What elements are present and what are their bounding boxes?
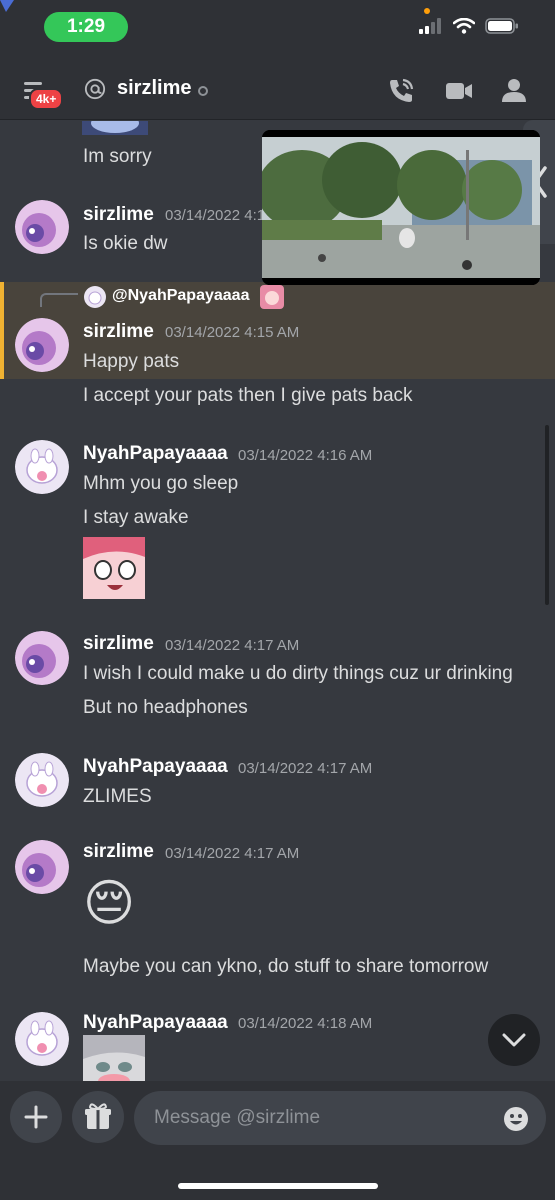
add-attachment-button[interactable] — [10, 1091, 62, 1143]
privacy-indicator — [424, 8, 430, 14]
wifi-icon — [453, 18, 475, 34]
blushing-girl-sticker[interactable] — [83, 1035, 145, 1081]
reply-avatar — [84, 286, 106, 308]
avatar[interactable] — [15, 440, 69, 494]
message-timestamp: 03/14/2022 4:15 AM — [165, 324, 300, 341]
avatar[interactable] — [15, 753, 69, 807]
emoji-icon[interactable] — [502, 1105, 530, 1133]
anime-girl-sticker[interactable] — [83, 537, 145, 599]
chat-header: 4k+ sirzlime — [0, 58, 555, 244]
jump-to-present-button[interactable] — [488, 1014, 540, 1066]
call-icon[interactable] — [386, 76, 416, 106]
app-corner-icon — [0, 0, 14, 12]
avatar[interactable] — [15, 840, 69, 894]
message-author[interactable]: NyahPapayaaaa — [83, 1012, 228, 1034]
message-input[interactable] — [134, 1091, 546, 1145]
message-text: But no headphones — [83, 697, 248, 718]
message-timestamp: 03/14/2022 4:17 AM — [165, 845, 300, 862]
avatar[interactable] — [15, 318, 69, 372]
home-indicator — [178, 1183, 378, 1189]
message-author[interactable]: sirzlime — [83, 633, 154, 655]
message-text: I accept your pats then I give pats back — [83, 385, 413, 406]
message-text: Maybe you can ykno, do stuff to share to… — [83, 956, 489, 977]
video-pip[interactable] — [262, 130, 540, 285]
message-text: I wish I could make u do dirty things cu… — [83, 663, 513, 684]
message-timestamp: 03/14/2022 4:17 AM — [165, 637, 300, 654]
pensive-emoji: 😔 — [83, 875, 136, 931]
plus-icon — [24, 1105, 48, 1129]
scrollbar[interactable] — [545, 425, 549, 605]
battery-icon — [485, 18, 518, 34]
message-text: Happy pats — [83, 351, 180, 372]
gift-button[interactable] — [72, 1091, 124, 1143]
at-icon — [84, 78, 106, 100]
reply-mention[interactable]: @NyahPapayaaaa — [112, 287, 249, 305]
avatar[interactable] — [15, 1012, 69, 1066]
chat-title[interactable]: sirzlime — [117, 77, 191, 100]
video-icon[interactable] — [444, 76, 474, 106]
message-text: Is okie dw — [83, 233, 168, 254]
status-bar: 1:29 — [0, 0, 555, 58]
message-author[interactable]: NyahPapayaaaa — [83, 443, 228, 465]
sticker-partial — [82, 121, 148, 135]
message-timestamp: 03/14/2022 4:17 AM — [238, 760, 373, 777]
cellular-signal-icon — [419, 18, 441, 34]
message-text: Im sorry — [83, 146, 152, 167]
message-timestamp: 03/14/2022 4:16 AM — [238, 447, 373, 464]
reply-connector — [40, 293, 78, 307]
avatar[interactable] — [15, 200, 69, 254]
message-author[interactable]: sirzlime — [83, 841, 154, 863]
message-text: ZLIMES — [83, 786, 152, 807]
message-timestamp: 03/14/2022 4:18 AM — [238, 1015, 373, 1032]
message-text: Mhm you go sleep — [83, 473, 239, 494]
message-author[interactable]: sirzlime — [83, 321, 154, 343]
avatar[interactable] — [15, 631, 69, 685]
reply-emoji — [260, 285, 284, 309]
status-time: 1:29 — [44, 12, 128, 42]
message-text: I stay awake — [83, 507, 189, 528]
offline-status-dot — [198, 86, 208, 96]
message-author[interactable]: NyahPapayaaaa — [83, 756, 228, 778]
message-author[interactable]: sirzlime — [83, 204, 154, 226]
composer — [0, 1081, 555, 1200]
unread-badge: 4k+ — [29, 88, 64, 110]
members-icon[interactable] — [500, 76, 530, 106]
gift-icon — [85, 1103, 111, 1129]
chevron-down-icon — [502, 1033, 526, 1047]
